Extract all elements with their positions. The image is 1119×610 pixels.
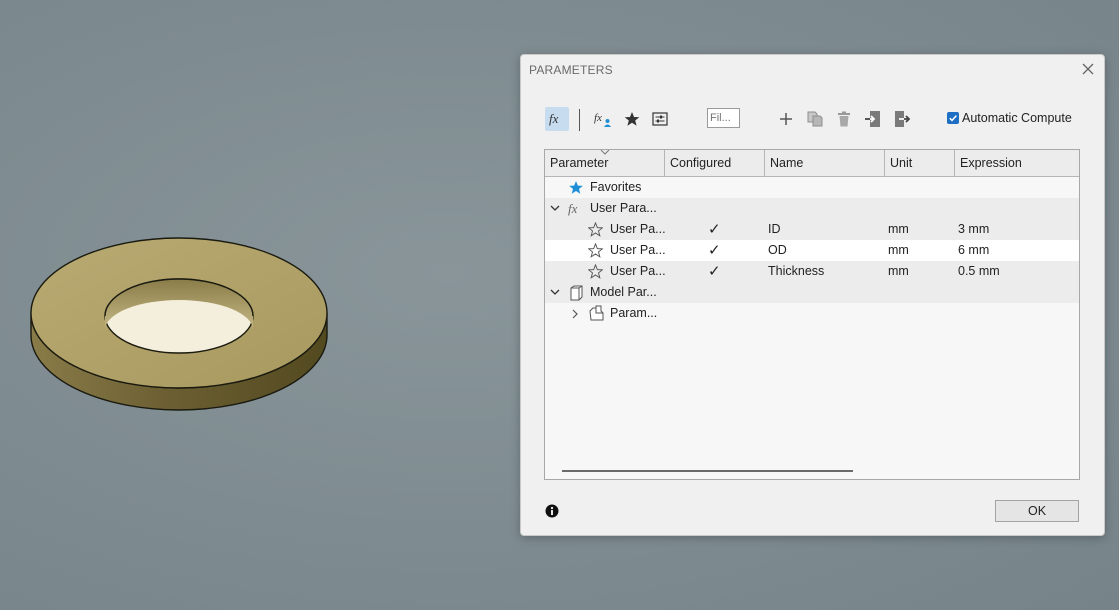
table-row[interactable]: User Pa... ✓ ID mm 3 mm bbox=[545, 219, 1079, 240]
component-icon bbox=[587, 303, 605, 324]
table-header: Parameter Configured Name Unit Expressio… bbox=[545, 150, 1079, 177]
washer-model[interactable] bbox=[20, 230, 340, 420]
parameter-cell: User Pa... bbox=[610, 264, 666, 278]
svg-text:fx: fx bbox=[549, 111, 559, 126]
fx-icon: fx bbox=[567, 198, 585, 219]
body-cube-icon bbox=[567, 282, 585, 303]
delete-icon[interactable] bbox=[833, 107, 855, 131]
favorite-star-icon[interactable] bbox=[621, 107, 643, 131]
favorites-row[interactable]: Favorites bbox=[545, 177, 1079, 198]
column-header-name[interactable]: Name bbox=[765, 150, 885, 176]
export-icon[interactable] bbox=[891, 107, 913, 131]
unit-cell: mm bbox=[888, 222, 909, 236]
fx-icon[interactable]: fx bbox=[545, 107, 569, 131]
sort-caret-icon bbox=[600, 150, 610, 155]
automatic-compute-label: Automatic Compute bbox=[962, 111, 1072, 125]
configured-check[interactable]: ✓ bbox=[708, 240, 721, 261]
name-cell[interactable]: ID bbox=[768, 219, 781, 240]
name-cell[interactable]: OD bbox=[768, 240, 787, 261]
favorites-label: Favorites bbox=[590, 180, 642, 194]
star-outline-icon[interactable] bbox=[587, 219, 603, 240]
chevron-down-icon[interactable] bbox=[549, 198, 561, 219]
column-header-unit[interactable]: Unit bbox=[885, 150, 955, 176]
column-header-configured[interactable]: Configured bbox=[665, 150, 765, 176]
model-parameters-child-row[interactable]: Param... bbox=[545, 303, 1079, 324]
user-parameters-group-row[interactable]: fx User Para... bbox=[545, 198, 1079, 219]
parameter-cell: User Pa... bbox=[610, 222, 666, 236]
table-row[interactable]: User Pa... ✓ Thickness mm 0.5 mm bbox=[545, 261, 1079, 282]
import-icon[interactable] bbox=[862, 107, 884, 131]
filter-input[interactable] bbox=[707, 108, 740, 128]
parameter-cell: User Pa... bbox=[610, 243, 666, 257]
ok-button[interactable]: OK bbox=[995, 500, 1079, 522]
star-outline-icon[interactable] bbox=[587, 240, 603, 261]
automatic-compute-checkbox[interactable]: Automatic Compute bbox=[947, 111, 1072, 125]
add-icon[interactable] bbox=[775, 107, 797, 131]
star-outline-icon[interactable] bbox=[587, 261, 603, 282]
parameters-table: Parameter Configured Name Unit Expressio… bbox=[544, 149, 1080, 480]
user-parameters-group-label: User Para... bbox=[590, 201, 657, 215]
name-cell[interactable]: Thickness bbox=[768, 261, 824, 282]
expression-cell[interactable]: 0.5 mm bbox=[958, 261, 1000, 282]
info-icon[interactable] bbox=[545, 504, 559, 518]
parameters-dialog: PARAMETERS fx fx Fil... Automatic Comput… bbox=[520, 54, 1105, 536]
user-parameter-icon[interactable]: fx bbox=[592, 107, 614, 131]
configured-check[interactable]: ✓ bbox=[708, 219, 721, 240]
column-header-expression[interactable]: Expression bbox=[955, 150, 1079, 176]
model-parameters-group-label: Model Par... bbox=[590, 285, 657, 299]
model-parameters-child-label: Param... bbox=[610, 306, 658, 320]
table-row[interactable]: User Pa... ✓ OD mm 6 mm bbox=[545, 240, 1079, 261]
dialog-title: PARAMETERS bbox=[529, 63, 613, 77]
settings-list-icon[interactable] bbox=[649, 107, 671, 131]
chevron-down-icon[interactable] bbox=[549, 282, 561, 303]
close-icon[interactable] bbox=[1080, 61, 1096, 77]
favorites-star-icon bbox=[567, 177, 585, 198]
svg-text:fx: fx bbox=[568, 201, 578, 216]
expression-cell[interactable]: 3 mm bbox=[958, 219, 989, 240]
model-parameters-group-row[interactable]: Model Par... bbox=[545, 282, 1079, 303]
horizontal-scrollbar[interactable] bbox=[562, 470, 853, 472]
svg-text:fx: fx bbox=[594, 112, 602, 124]
unit-cell: mm bbox=[888, 264, 909, 278]
toolbar-divider bbox=[579, 109, 580, 131]
unit-cell: mm bbox=[888, 243, 909, 257]
chevron-right-icon[interactable] bbox=[569, 303, 581, 324]
parameters-toolbar: fx fx Fil... Automatic Compute bbox=[545, 107, 1085, 131]
checkbox-checked-icon bbox=[947, 112, 959, 124]
expression-cell[interactable]: 6 mm bbox=[958, 240, 989, 261]
configured-check[interactable]: ✓ bbox=[708, 261, 721, 282]
copy-icon[interactable] bbox=[804, 107, 826, 131]
